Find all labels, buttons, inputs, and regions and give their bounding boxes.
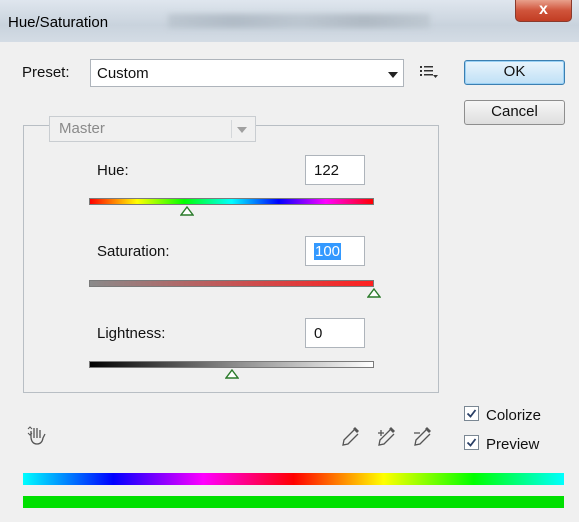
hue-label: Hue: [97, 162, 129, 179]
saturation-value: 100 [314, 243, 342, 260]
saturation-input[interactable]: 100 [305, 236, 365, 266]
eyedropper-minus-icon[interactable] [412, 424, 434, 448]
channel-dropdown[interactable]: Master [49, 116, 256, 142]
hue-slider-thumb[interactable] [180, 206, 194, 216]
preset-options-icon[interactable] [419, 63, 439, 81]
window-title: Hue/Saturation [8, 14, 109, 31]
close-button[interactable]: x [515, 0, 572, 22]
colorize-checkbox[interactable] [464, 406, 479, 421]
lightness-input[interactable]: 0 [305, 318, 365, 348]
blurred-background-text [168, 14, 430, 28]
lightness-slider-thumb[interactable] [225, 369, 239, 379]
colorize-label[interactable]: Colorize [486, 407, 541, 424]
saturation-label: Saturation: [97, 243, 170, 260]
eyedropper-plus-icon[interactable] [376, 424, 398, 448]
input-color-bar [23, 473, 564, 485]
preview-label[interactable]: Preview [486, 436, 539, 453]
saturation-slider-track[interactable] [89, 280, 374, 287]
hue-value: 122 [314, 162, 340, 179]
lightness-value: 0 [314, 325, 323, 342]
hue-slider-track[interactable] [89, 198, 374, 205]
checkmark-icon [466, 438, 477, 447]
preset-label: Preset: [22, 64, 70, 81]
preset-value: Custom [97, 65, 149, 82]
eyedropper-icon[interactable] [340, 424, 362, 448]
dropdown-divider [231, 120, 232, 138]
preview-checkbox[interactable] [464, 435, 479, 450]
cancel-button[interactable]: Cancel [464, 100, 565, 125]
preset-dropdown[interactable]: Custom [90, 59, 404, 87]
ok-button[interactable]: OK [464, 60, 565, 85]
title-bar[interactable]: Hue/Saturation x [0, 0, 579, 42]
chevron-down-icon [237, 127, 247, 133]
saturation-slider-thumb[interactable] [367, 288, 381, 298]
lightness-label: Lightness: [97, 325, 166, 342]
output-color-bar [23, 496, 564, 508]
adjustment-group [23, 125, 439, 393]
hand-target-icon[interactable] [27, 424, 49, 446]
channel-value: Master [59, 120, 105, 137]
lightness-slider-track[interactable] [89, 361, 374, 368]
checkmark-icon [466, 409, 477, 418]
chevron-down-icon [388, 72, 398, 78]
hue-input[interactable]: 122 [305, 155, 365, 185]
